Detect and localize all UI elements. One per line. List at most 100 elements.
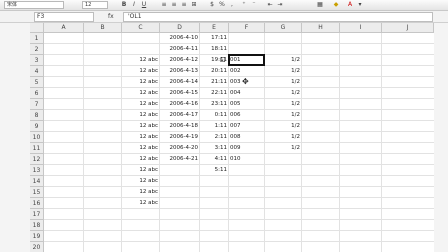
grid-cell[interactable]: 1/2 [265,77,302,88]
grid-cell[interactable]: 2006-4-13 [160,66,200,77]
grid-cell[interactable]: 12 abc [122,165,160,176]
font-name-select[interactable]: 宋体 [4,1,64,9]
grid-cell[interactable]: 12 abc [122,143,160,154]
grid-cell[interactable]: 002 [229,66,265,77]
column-header[interactable]: E [200,23,229,33]
font-size-select[interactable]: 12 [82,1,108,9]
column-header[interactable]: B [84,23,122,33]
row-header[interactable]: 10 [30,132,44,143]
align-right-icon[interactable]: ≡ [180,1,188,9]
grid-cell[interactable]: 1/2 [265,55,302,66]
row-header[interactable]: 2 [30,44,44,55]
grid-cell[interactable]: 12 abc [122,121,160,132]
grid-cell[interactable]: 1/2 [265,66,302,77]
increase-indent-icon[interactable]: ⇥ [276,1,284,9]
italic-button[interactable]: I [130,1,138,9]
grid-cell[interactable]: 12 abc [122,88,160,99]
borders-icon[interactable]: ▦ [316,1,324,9]
grid-cell[interactable]: 1/2 [265,143,302,154]
grid-cell[interactable]: 4:11 [200,154,229,165]
grid-cell[interactable]: 12 abc [122,154,160,165]
grid-cell[interactable]: 2006-4-19 [160,132,200,143]
percent-icon[interactable]: % [218,1,226,9]
row-header[interactable]: 9 [30,121,44,132]
grid-cell[interactable]: 004 [229,88,265,99]
row-header[interactable]: 14 [30,176,44,187]
select-all-corner[interactable] [30,23,44,33]
grid-cell[interactable]: 2:11 [200,132,229,143]
grid-cell[interactable]: 007 [229,121,265,132]
grid-cell[interactable]: 2006-4-18 [160,121,200,132]
grid-cell[interactable]: 23:11 [200,99,229,110]
grid-cell[interactable]: 12 abc [122,132,160,143]
row-header[interactable]: 17 [30,209,44,220]
bold-button[interactable]: B [120,1,128,9]
row-header[interactable]: 20 [30,242,44,252]
grid-cell[interactable]: 22:11 [200,88,229,99]
grid-cell[interactable]: 2006-4-14 [160,77,200,88]
row-header[interactable]: 1 [30,33,44,44]
grid-cell[interactable]: 12 abc [122,110,160,121]
grid-cell[interactable]: 12 abc [122,55,160,66]
grid-cell[interactable]: 2006-4-11 [160,44,200,55]
fill-color-icon[interactable]: ◆ [332,1,340,9]
grid-cell[interactable]: 12 abc [122,176,160,187]
grid-cell[interactable]: 20:11 [200,66,229,77]
column-header[interactable]: J [382,23,434,33]
align-center-icon[interactable]: ≡ [170,1,178,9]
toolbar-options-icon[interactable]: ▾ [356,1,364,9]
row-header[interactable]: 11 [30,143,44,154]
grid-cell[interactable]: 1:11 [200,121,229,132]
grid-cell[interactable]: 2006-4-17 [160,110,200,121]
row-header[interactable]: 3 [30,55,44,66]
paste-options-icon[interactable]: ⊡ [220,56,226,64]
row-header[interactable]: 16 [30,198,44,209]
decrease-indent-icon[interactable]: ⇤ [266,1,274,9]
grid-cell[interactable]: 2006-4-20 [160,143,200,154]
grid-cell[interactable]: 1/2 [265,121,302,132]
grid-cell[interactable]: 2006-4-10 [160,33,200,44]
column-header[interactable]: D [160,23,200,33]
align-left-icon[interactable]: ≡ [160,1,168,9]
grid-cell[interactable]: 12 abc [122,187,160,198]
grid-cell[interactable]: 12 abc [122,198,160,209]
grid-cell[interactable]: 17:11 [200,33,229,44]
grid-cell[interactable]: 2006-4-16 [160,99,200,110]
column-header[interactable]: F [229,23,265,33]
grid-cell[interactable]: 2006-4-21 [160,154,200,165]
grid-cell[interactable]: 1/2 [265,99,302,110]
merge-center-icon[interactable]: ⊞ [190,1,198,9]
grid-cell[interactable]: 12 abc [122,99,160,110]
active-cell-selection[interactable] [228,54,265,66]
column-header[interactable]: H [302,23,340,33]
grid-cell[interactable]: 2006-4-12 [160,55,200,66]
comma-style-icon[interactable]: , [228,1,236,9]
column-header[interactable]: I [340,23,382,33]
grid-cell[interactable]: 0:11 [200,110,229,121]
row-header[interactable]: 7 [30,99,44,110]
grid-cell[interactable]: 010 [229,154,265,165]
row-header[interactable]: 12 [30,154,44,165]
insert-function-icon[interactable]: fx [108,12,120,22]
grid-cell[interactable]: 1/2 [265,132,302,143]
row-header[interactable]: 5 [30,77,44,88]
row-header[interactable]: 13 [30,165,44,176]
grid-cell[interactable]: 006 [229,110,265,121]
grid-cell[interactable]: 18:11 [200,44,229,55]
name-box[interactable]: F3 [34,12,94,22]
increase-decimal-icon[interactable]: ⁺ [240,1,248,9]
row-header[interactable]: 15 [30,187,44,198]
grid-cell[interactable]: 3:11 [200,143,229,154]
grid-cell[interactable]: 12 abc [122,77,160,88]
grid-cell[interactable]: 1/2 [265,88,302,99]
grid-cell[interactable]: 1/2 [265,110,302,121]
decrease-decimal-icon[interactable]: ⁻ [250,1,258,9]
grid-cell[interactable]: 009 [229,143,265,154]
grid-cell[interactable]: 21:11 [200,77,229,88]
row-header[interactable]: 4 [30,66,44,77]
formula-input[interactable]: 'OL1 [123,12,433,22]
column-header[interactable]: G [265,23,302,33]
column-header[interactable]: C [122,23,160,33]
grid-cell[interactable]: 2006-4-15 [160,88,200,99]
column-header[interactable]: A [44,23,84,33]
